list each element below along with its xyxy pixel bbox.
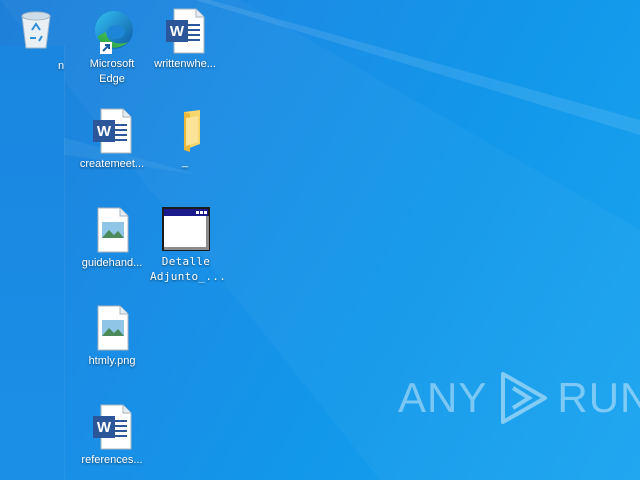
desktop-icon-label: Detalle Adjunto_...: [150, 255, 227, 283]
folder-icon: [184, 110, 200, 152]
watermark-text-left: ANY: [398, 374, 488, 421]
anyrun-watermark: ANY RUN: [398, 368, 640, 428]
svg-text:W: W: [97, 419, 112, 436]
word-document-icon: W: [166, 8, 205, 54]
desktop-icon-label: createmeet...: [79, 158, 145, 170]
recycle-bin-icon: [21, 11, 51, 49]
desktop-icon-label: writtenwhe...: [154, 58, 216, 70]
desktop-icon-createmeet[interactable]: W createmeet...: [76, 108, 148, 172]
desktop-icon-references[interactable]: W references...: [76, 404, 148, 468]
recycle-bin-label: n: [58, 60, 65, 72]
desktop-icon-guidehand[interactable]: guidehand...: [76, 207, 148, 271]
word-document-icon: W: [93, 108, 132, 154]
desktop-icon-folder[interactable]: _: [149, 108, 221, 170]
anyrun-play-logo-icon: [501, 372, 548, 424]
watermark-text-right: RUN: [557, 374, 640, 421]
desktop-icon-label: _: [181, 156, 189, 168]
desktop-icon-label: guidehand...: [81, 257, 143, 269]
desktop-icon-detalle-adjunto[interactable]: Detalle Adjunto_...: [150, 207, 227, 284]
desktop-icon-label: references...: [81, 454, 143, 466]
side-window-panel[interactable]: [0, 46, 64, 480]
desktop-icon-writtenwhe[interactable]: W writtenwhe...: [149, 8, 221, 72]
image-file-icon: [97, 305, 129, 351]
desktop-icon-label: htmly.png: [88, 355, 136, 367]
word-document-icon: W: [93, 404, 132, 450]
edge-icon: [95, 11, 133, 54]
image-file-icon: [97, 207, 129, 253]
application-window-icon: [162, 207, 210, 251]
desktop-icon-microsoft-edge[interactable]: Microsoft Edge: [76, 6, 148, 87]
desktop-icon-recycle-bin[interactable]: [14, 6, 58, 52]
svg-text:W: W: [97, 123, 112, 140]
desktop-icon-htmly[interactable]: htmly.png: [76, 305, 148, 369]
desktop-icon-label: Microsoft Edge: [89, 58, 135, 85]
svg-text:W: W: [170, 23, 185, 40]
